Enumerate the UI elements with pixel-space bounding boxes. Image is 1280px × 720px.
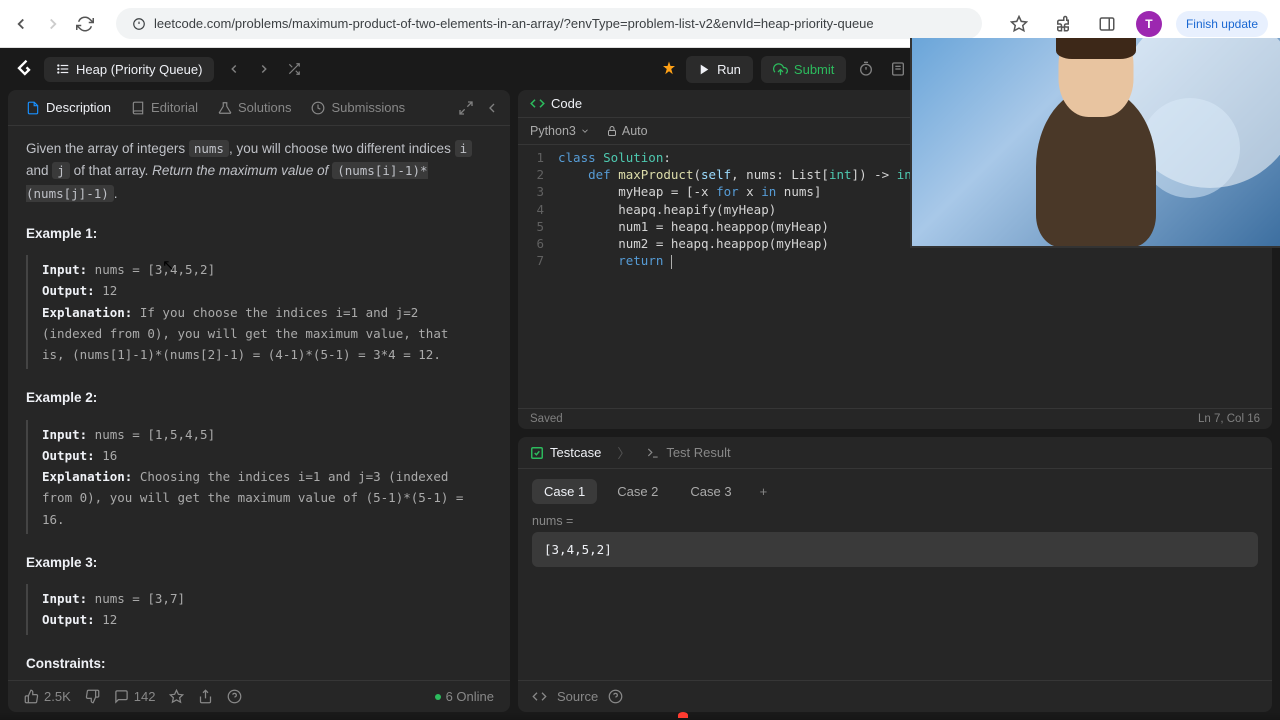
notes-icon[interactable] (886, 57, 910, 81)
case-var-input[interactable]: [3,4,5,2] (532, 532, 1258, 567)
maximize-icon[interactable] (458, 100, 474, 116)
comments-button[interactable]: 142 (114, 689, 156, 704)
list-label: Heap (Priority Queue) (76, 62, 202, 77)
testcase-header: Testcase 〉 Test Result (518, 437, 1272, 469)
next-problem-icon[interactable] (257, 62, 271, 76)
webcam-overlay (910, 38, 1280, 248)
url-text: leetcode.com/problems/maximum-product-of… (154, 16, 874, 31)
check-square-icon (530, 446, 544, 460)
autocomplete-toggle[interactable]: Auto (606, 124, 648, 138)
testcase-footer: Source (518, 680, 1272, 712)
feedback-button[interactable] (227, 689, 242, 704)
star-icon (169, 689, 184, 704)
book-icon (131, 101, 145, 115)
chevron-down-icon (580, 126, 590, 136)
source-label[interactable]: Source (557, 689, 598, 704)
tab-description[interactable]: Description (18, 96, 119, 119)
question-icon (227, 689, 242, 704)
address-bar[interactable]: leetcode.com/problems/maximum-product-of… (116, 8, 982, 39)
like-button[interactable]: 2.5K (24, 689, 71, 704)
thumbs-down-icon (85, 689, 100, 704)
bookmark-icon[interactable] (1010, 15, 1028, 33)
example3: Input: nums = [3,7] Output: 12 (26, 584, 492, 635)
reload-button[interactable] (76, 15, 94, 33)
finish-update-button[interactable]: Finish update (1176, 11, 1268, 37)
prev-problem-icon[interactable] (227, 62, 241, 76)
case-body: nums = [3,4,5,2] (518, 514, 1272, 567)
help-icon[interactable] (608, 689, 623, 704)
site-info-icon (132, 17, 146, 31)
forward-button[interactable] (44, 15, 62, 33)
description-panel: Description Editorial Solutions Submissi… (8, 90, 510, 712)
problem-body[interactable]: Given the array of integers nums, you wi… (8, 126, 510, 680)
list-icon (56, 62, 70, 76)
code-brackets-icon (532, 689, 547, 704)
code-icon (530, 96, 545, 111)
add-case-button[interactable]: + (752, 480, 776, 503)
example1-title: Example 1: (26, 223, 492, 245)
premium-icon[interactable] (660, 60, 678, 78)
play-icon (698, 63, 711, 76)
problem-footer: 2.5K 142 6 Online (8, 680, 510, 712)
dislike-button[interactable] (85, 689, 100, 704)
flask-icon (218, 101, 232, 115)
example2-title: Example 2: (26, 387, 492, 409)
thumbs-up-icon (24, 689, 39, 704)
case-2[interactable]: Case 2 (605, 479, 670, 504)
profile-avatar[interactable]: T (1136, 11, 1162, 37)
tab-editorial[interactable]: Editorial (123, 96, 206, 119)
macos-dock-hint (0, 712, 1280, 720)
extensions-icon[interactable] (1054, 15, 1072, 33)
tab-solutions[interactable]: Solutions (210, 96, 299, 119)
case-1[interactable]: Case 1 (532, 479, 597, 504)
online-count: 6 Online (435, 689, 494, 704)
cloud-upload-icon (773, 62, 788, 77)
favorite-button[interactable] (169, 689, 184, 704)
tab-test-result[interactable]: Test Result (646, 445, 730, 460)
lock-icon (606, 125, 618, 137)
code-tab-label: Code (551, 96, 582, 111)
case-3[interactable]: Case 3 (678, 479, 743, 504)
leetcode-logo[interactable] (14, 59, 34, 79)
online-dot-icon (435, 694, 441, 700)
tab-testcase[interactable]: Testcase (530, 445, 601, 460)
language-selector[interactable]: Python3 (530, 124, 590, 138)
doc-icon (26, 101, 40, 115)
dock-badge (678, 712, 688, 718)
clock-icon (311, 101, 325, 115)
case-tabs: Case 1 Case 2 Case 3 + (518, 469, 1272, 514)
example2: Input: nums = [1,5,4,5] Output: 16 Expla… (26, 420, 492, 534)
comment-icon (114, 689, 129, 704)
cursor-position: Ln 7, Col 16 (1198, 413, 1260, 425)
problem-list-button[interactable]: Heap (Priority Queue) (44, 57, 214, 82)
left-tabs: Description Editorial Solutions Submissi… (8, 90, 510, 126)
shuffle-icon[interactable] (287, 62, 301, 76)
case-var-label: nums = (532, 514, 1258, 528)
share-icon (198, 689, 213, 704)
constraints-title: Constraints: (26, 653, 492, 675)
back-button[interactable] (12, 15, 30, 33)
example3-title: Example 3: (26, 552, 492, 574)
problem-statement: Given the array of integers nums, you wi… (26, 138, 492, 205)
editor-status-bar: Saved Ln 7, Col 16 (518, 408, 1272, 429)
sidepanel-icon[interactable] (1098, 15, 1116, 33)
share-button[interactable] (198, 689, 213, 704)
submit-button[interactable]: Submit (761, 56, 846, 83)
testcase-panel: Testcase 〉 Test Result Case 1 Case 2 Cas… (518, 437, 1272, 712)
example1: Input: nums = [3,4,5,2] Output: 12 Expla… (26, 255, 492, 369)
collapse-icon[interactable] (484, 100, 500, 116)
timer-icon[interactable] (854, 57, 878, 81)
tab-submissions[interactable]: Submissions (303, 96, 413, 119)
terminal-icon (646, 446, 660, 460)
run-button[interactable]: Run (686, 56, 753, 83)
saved-indicator: Saved (530, 413, 563, 425)
